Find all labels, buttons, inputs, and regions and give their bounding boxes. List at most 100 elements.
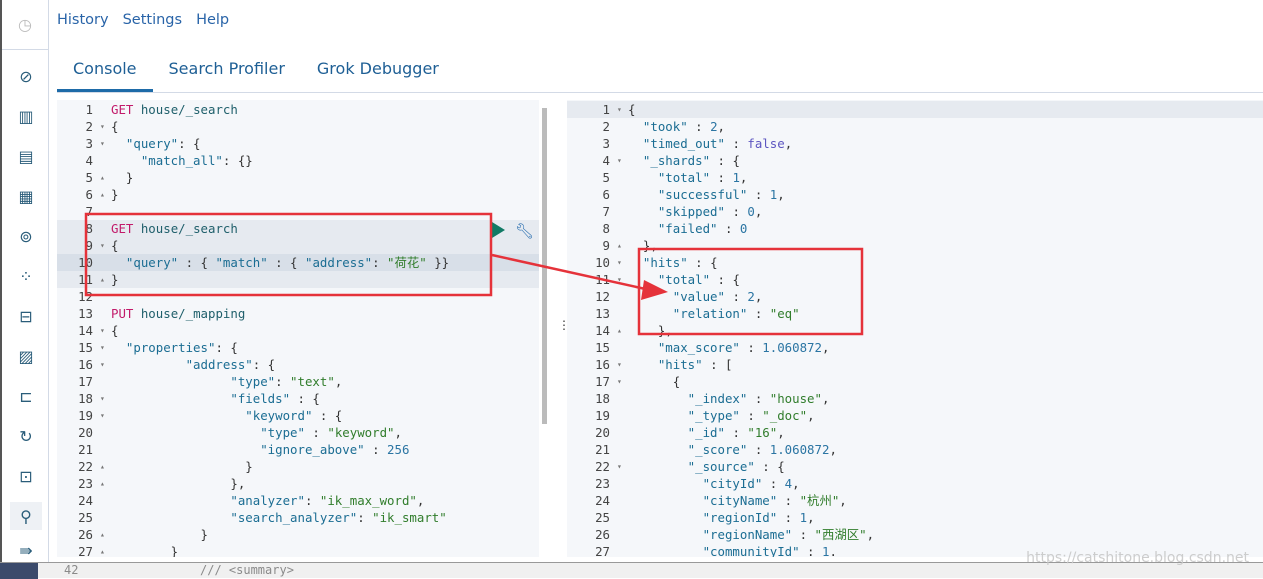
token: "hits" <box>628 255 688 270</box>
fold-up-icon[interactable]: ▴ <box>617 237 622 254</box>
code-line: 8 "failed" : 0 <box>567 220 1263 237</box>
token: "type" <box>111 425 305 440</box>
tab-console[interactable]: Console <box>57 55 153 92</box>
fold-down-icon[interactable]: ▾ <box>617 101 622 118</box>
tab-grok-debugger[interactable]: Grok Debugger <box>301 55 455 92</box>
token: }, <box>628 238 658 253</box>
token: : { <box>178 255 216 270</box>
token: , <box>754 289 763 304</box>
fold-down-icon[interactable]: ▾ <box>100 356 105 373</box>
apm-icon[interactable]: ⊏ <box>10 382 42 410</box>
token: }} <box>426 255 450 270</box>
fold-up-icon[interactable]: ▴ <box>100 169 105 186</box>
token: "house" <box>769 391 822 406</box>
maps-icon[interactable]: ⊚ <box>10 222 42 250</box>
clock-icon[interactable]: ◷ <box>2 0 48 50</box>
token: } <box>111 459 253 474</box>
token: : <box>717 221 740 236</box>
fold-up-icon[interactable]: ▴ <box>100 458 105 475</box>
token: , <box>807 510 815 525</box>
code-text: { <box>628 373 680 390</box>
fold-up-icon[interactable]: ▴ <box>100 271 105 288</box>
fold-down-icon[interactable]: ▾ <box>617 152 622 169</box>
fold-up-icon[interactable]: ▴ <box>100 475 105 492</box>
ml-icon[interactable]: ⁘ <box>10 262 42 290</box>
code-text: "max_score" : 1.060872, <box>628 339 830 356</box>
fold-down-icon[interactable]: ▾ <box>100 322 105 339</box>
dev-tools-icon[interactable]: ⚲ <box>10 502 42 530</box>
logs-icon[interactable]: ▨ <box>10 342 42 370</box>
token: "query" <box>111 255 179 270</box>
fold-down-icon[interactable]: ▾ <box>100 339 105 356</box>
fold-down-icon[interactable]: ▾ <box>100 390 105 407</box>
token: "fields" <box>111 391 291 406</box>
run-request-icon[interactable] <box>492 222 505 238</box>
fold-down-icon[interactable]: ▾ <box>100 237 105 254</box>
line-number: 4 <box>85 153 93 168</box>
code-line: 27 ▴ } <box>57 543 539 557</box>
code-text: "skipped" : 0, <box>628 203 762 220</box>
code-line: 9 ▾ { <box>57 237 539 254</box>
line-number: 3 <box>85 136 93 151</box>
token: : { <box>215 340 238 355</box>
code-text: { <box>111 118 118 135</box>
code-text: "total" : { <box>628 271 740 288</box>
fold-down-icon[interactable]: ▾ <box>100 407 105 424</box>
token: "match_all" <box>111 153 223 168</box>
canvas-icon[interactable]: ▦ <box>10 182 42 210</box>
history-link[interactable]: History <box>57 12 109 28</box>
token: "communityId" <box>628 544 800 557</box>
code-text: "cityId" : 4, <box>628 475 800 492</box>
fold-up-icon[interactable]: ▴ <box>100 526 105 543</box>
token: GET <box>111 102 134 117</box>
token: "query" <box>111 136 179 151</box>
code-text: "_type" : "_doc", <box>628 407 815 424</box>
code-line: 2 "took" : 2, <box>567 118 1263 135</box>
settings-link[interactable]: Settings <box>123 12 182 28</box>
fold-down-icon[interactable]: ▾ <box>100 135 105 152</box>
code-line: 21 "ignore_above" : 256 <box>57 441 539 458</box>
token: "_index" <box>628 391 748 406</box>
token: 2 <box>710 119 718 134</box>
token: : <box>747 187 770 202</box>
help-link[interactable]: Help <box>196 12 229 28</box>
code-line: 10 "query" : { "match" : { "address": "荷… <box>57 254 539 271</box>
token: : <box>747 306 770 321</box>
collapse-icon[interactable]: ⇛ <box>10 536 42 564</box>
token: 2 <box>747 289 755 304</box>
fold-down-icon[interactable]: ▾ <box>100 118 105 135</box>
fold-up-icon[interactable]: ▴ <box>100 543 105 557</box>
request-editor[interactable]: 1 GET house/_search 2 ▾{3 ▾ "query": {4 "mat… <box>57 100 539 557</box>
code-text: "took" : 2, <box>628 118 725 135</box>
code-line: 1 GET house/_search <box>57 101 539 118</box>
code-text: { <box>628 101 635 118</box>
line-number: 18 <box>595 391 610 406</box>
fold-down-icon[interactable]: ▾ <box>617 373 622 390</box>
editor-scrollbar[interactable] <box>542 108 547 424</box>
tab-search-profiler[interactable]: Search Profiler <box>153 55 301 92</box>
visualize-icon[interactable]: ▥ <box>10 102 42 130</box>
line-number: 3 <box>602 136 610 151</box>
line-number: 13 <box>595 306 610 321</box>
dashboard-icon[interactable]: ▤ <box>10 142 42 170</box>
fold-down-icon[interactable]: ▾ <box>617 271 622 288</box>
code-line: 5 ▴ } <box>57 169 539 186</box>
fold-down-icon[interactable]: ▾ <box>617 254 622 271</box>
compass-icon[interactable]: ⊘ <box>10 62 42 90</box>
fold-down-icon[interactable]: ▾ <box>617 458 622 475</box>
fold-down-icon[interactable]: ▾ <box>617 356 622 373</box>
wrench-icon[interactable]: 🔧︎ <box>515 222 534 240</box>
token: : <box>724 289 748 304</box>
token: "regionName" <box>628 527 793 542</box>
token: : <box>777 493 800 508</box>
fold-up-icon[interactable]: ▴ <box>100 186 105 203</box>
background-line-number: 42 <box>64 563 79 577</box>
security-icon[interactable]: ⊡ <box>10 462 42 490</box>
code-text: "query" : { "match" : { "address": "荷花" … <box>111 254 449 271</box>
token: { <box>111 323 119 338</box>
line-number: 5 <box>602 170 610 185</box>
infrastructure-icon[interactable]: ⊟ <box>10 302 42 330</box>
fold-up-icon[interactable]: ▴ <box>617 322 622 339</box>
uptime-icon[interactable]: ↻ <box>10 422 42 450</box>
token: "timed_out" <box>628 136 725 151</box>
